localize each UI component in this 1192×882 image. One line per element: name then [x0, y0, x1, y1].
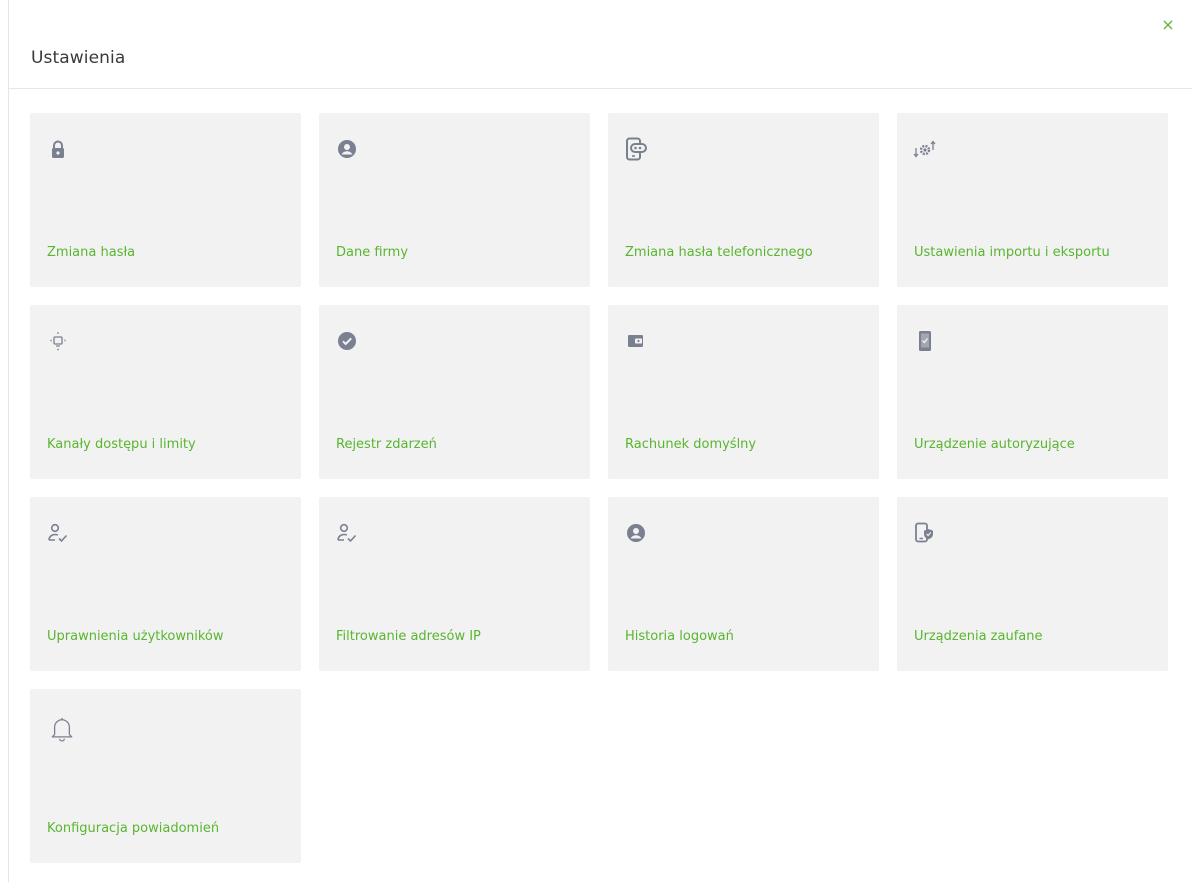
page-title: Ustawienia	[31, 48, 126, 68]
user-circle-icon	[624, 521, 648, 545]
mobile-device-icon	[913, 329, 937, 353]
tile-konfiguracja-powiadomien[interactable]: Konfiguracja powiadomień	[30, 689, 301, 863]
bell-icon	[50, 717, 74, 742]
phone-password-icon	[624, 137, 648, 161]
user-check-icon	[335, 521, 359, 545]
user-check-icon	[46, 521, 70, 545]
tile-label: Urządzenie autoryzujące	[914, 437, 1075, 452]
tile-label: Dane firmy	[336, 245, 409, 260]
settings-header: Ustawienia	[9, 0, 1192, 89]
device-channels-icon	[46, 329, 70, 353]
tile-label: Kanały dostępu i limity	[47, 437, 196, 452]
lock-icon	[46, 137, 70, 161]
tile-label: Historia logowań	[625, 629, 734, 644]
tile-urzadzenia-zaufane[interactable]: Urządzenia zaufane	[897, 497, 1168, 671]
user-circle-icon	[335, 137, 359, 161]
settings-grid: Zmiana hasła Dane firmy Zmiana hasła tel…	[30, 113, 1168, 863]
tile-label: Ustawienia importu i eksportu	[914, 245, 1110, 260]
tile-zmiana-hasla[interactable]: Zmiana hasła	[30, 113, 301, 287]
tile-rejestr-zdarzen[interactable]: Rejestr zdarzeń	[319, 305, 590, 479]
tile-label: Urządzenia zaufane	[914, 629, 1043, 644]
tile-label: Konfiguracja powiadomień	[47, 821, 220, 836]
gear-arrows-icon	[913, 137, 937, 161]
tile-zmiana-hasla-telefonicznego[interactable]: Zmiana hasła telefonicznego	[608, 113, 879, 287]
tile-uprawnienia-uzytkownikow[interactable]: Uprawnienia użytkowników	[30, 497, 301, 671]
tile-label: Rachunek domyślny	[625, 437, 757, 452]
tile-label: Zmiana hasła telefonicznego	[625, 245, 813, 260]
tile-ustawienia-importu-eksportu[interactable]: Ustawienia importu i eksportu	[897, 113, 1168, 287]
left-border	[8, 0, 9, 882]
tile-dane-firmy[interactable]: Dane firmy	[319, 113, 590, 287]
tile-label: Filtrowanie adresów IP	[336, 629, 481, 644]
check-circle-icon	[335, 329, 359, 353]
tile-rachunek-domyslny[interactable]: Rachunek domyślny	[608, 305, 879, 479]
trusted-device-icon	[913, 521, 937, 545]
tile-label: Uprawnienia użytkowników	[47, 629, 224, 644]
wallet-icon	[624, 329, 648, 353]
close-icon[interactable]: ×	[1158, 14, 1178, 34]
tile-label: Rejestr zdarzeń	[336, 437, 437, 452]
tile-kanaly-dostepu[interactable]: Kanały dostępu i limity	[30, 305, 301, 479]
tile-historia-logowan[interactable]: Historia logowań	[608, 497, 879, 671]
tile-urzadzenie-autoryzujace[interactable]: Urządzenie autoryzujące	[897, 305, 1168, 479]
tile-label: Zmiana hasła	[47, 245, 136, 260]
tile-filtrowanie-adresow-ip[interactable]: Filtrowanie adresów IP	[319, 497, 590, 671]
